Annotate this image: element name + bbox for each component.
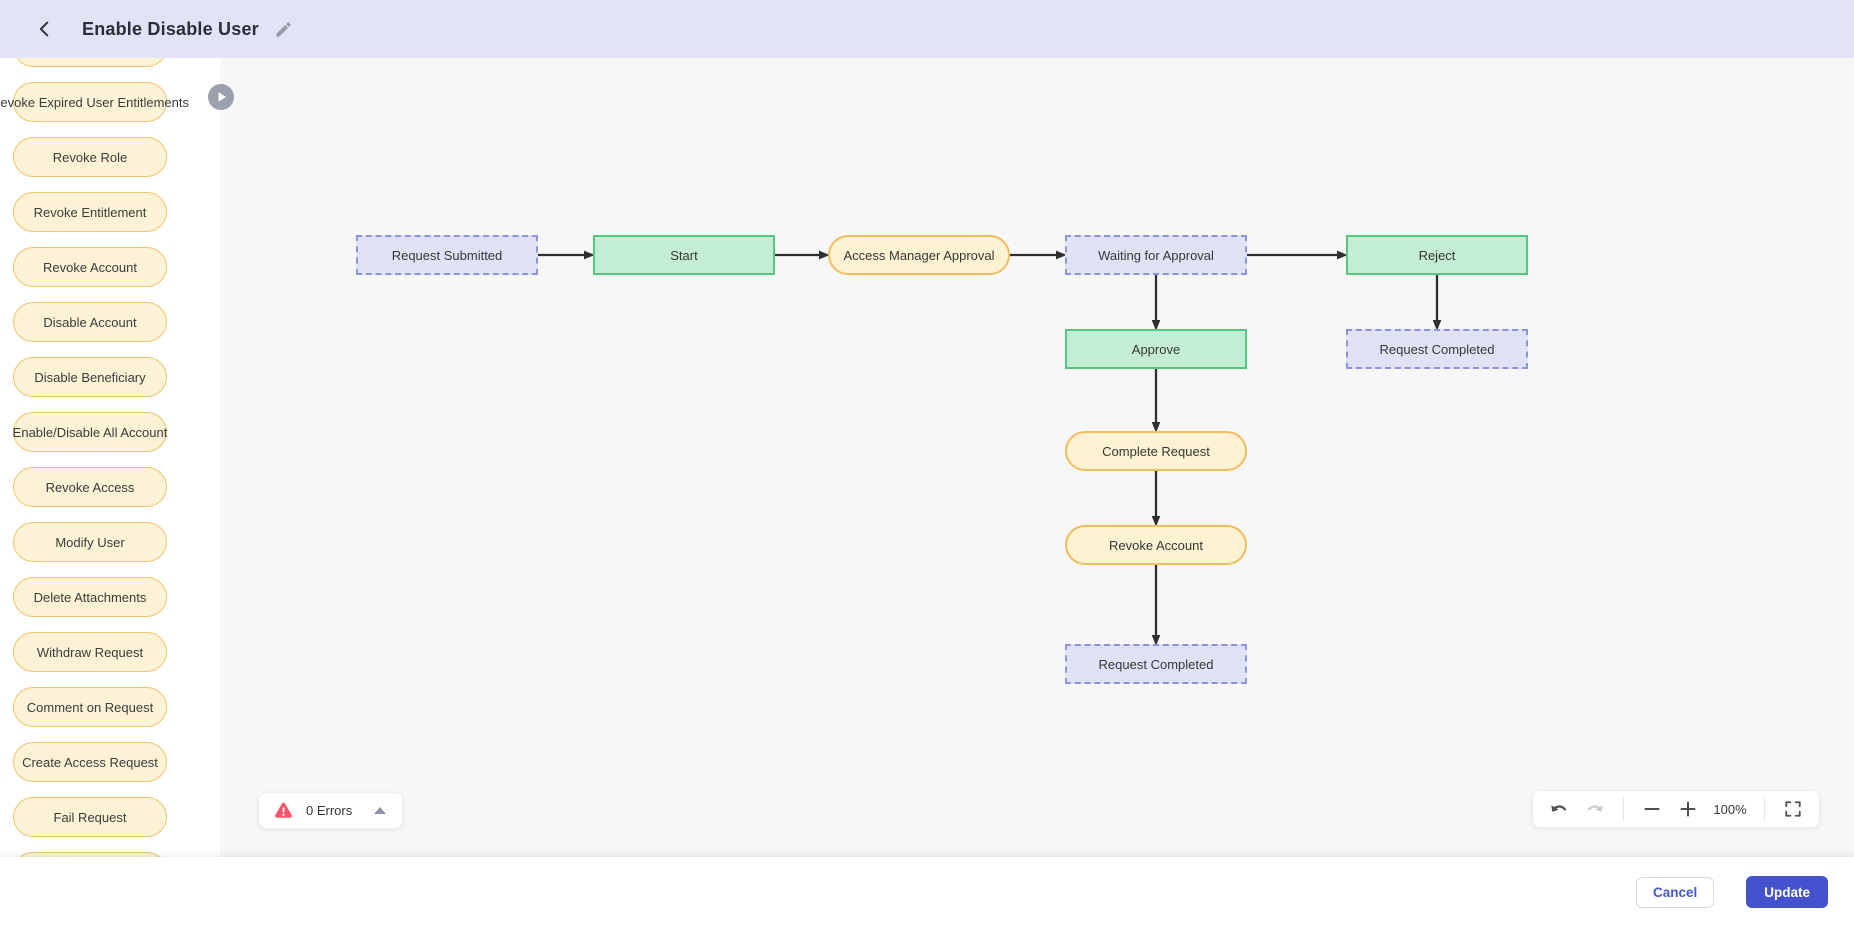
flow-node-complete-request[interactable]: Complete Request xyxy=(1065,431,1247,471)
pencil-icon xyxy=(274,20,293,39)
chevron-left-icon xyxy=(34,18,56,40)
footer-bar: Cancel Update xyxy=(0,857,1854,927)
cancel-button[interactable]: Cancel xyxy=(1636,877,1714,908)
sidebar-item-withdraw-request[interactable]: Withdraw Request xyxy=(13,632,167,672)
flow-node-request-submitted[interactable]: Request Submitted xyxy=(356,235,538,275)
edit-title-button[interactable] xyxy=(271,16,297,42)
sidebar-item-revoke-account[interactable]: Revoke Account xyxy=(13,247,167,287)
sidebar-item-modify-user[interactable]: Modify User xyxy=(13,522,167,562)
errors-count-label: 0 Errors xyxy=(306,803,352,818)
warning-triangle-icon xyxy=(273,800,294,821)
back-button[interactable] xyxy=(30,14,60,44)
flow-node-approve[interactable]: Approve xyxy=(1065,329,1247,369)
collapse-caret-icon xyxy=(374,807,386,814)
zoom-in-button[interactable] xyxy=(1676,797,1700,821)
sidebar-item-create-access-request[interactable]: Create Access Request xyxy=(13,742,167,782)
plus-icon xyxy=(1679,800,1697,818)
flow-node-access-manager-approval[interactable]: Access Manager Approval xyxy=(828,235,1010,275)
zoom-out-button[interactable] xyxy=(1640,797,1664,821)
undo-icon xyxy=(1548,798,1570,820)
sidebar: Revoke Expired User Entitlements Revoke R… xyxy=(0,58,220,857)
flow-edges xyxy=(0,0,1854,927)
flow-node-request-completed-final[interactable]: Request Completed xyxy=(1065,644,1247,684)
flow-node-request-completed-reject[interactable]: Request Completed xyxy=(1346,329,1528,369)
play-circle-icon xyxy=(208,84,234,110)
sidebar-item-revoke-role[interactable]: Revoke Role xyxy=(13,137,167,177)
fullscreen-icon xyxy=(1784,800,1802,818)
flow-node-revoke-account[interactable]: Revoke Account xyxy=(1065,525,1247,565)
flow-node-waiting-for-approval[interactable]: Waiting for Approval xyxy=(1065,235,1247,275)
page-title: Enable Disable User xyxy=(82,19,259,40)
sidebar-item-disable-beneficiary[interactable]: Disable Beneficiary xyxy=(13,357,167,397)
flow-node-start[interactable]: Start xyxy=(593,235,775,275)
header: Enable Disable User xyxy=(0,0,1854,58)
sidebar-item-comment-on-request[interactable]: Comment on Request xyxy=(13,687,167,727)
undo-button[interactable] xyxy=(1547,797,1571,821)
minus-icon xyxy=(1643,800,1661,818)
redo-button[interactable] xyxy=(1583,797,1607,821)
sidebar-item-fail-request[interactable]: Fail Request xyxy=(13,797,167,837)
zoom-level-label: 100% xyxy=(1712,802,1748,817)
sidebar-item-revoke-entitlement[interactable]: Revoke Entitlement xyxy=(13,192,167,232)
toolbar-divider xyxy=(1623,797,1624,821)
sidebar-item-delete-attachments[interactable]: Delete Attachments xyxy=(13,577,167,617)
toolbar-divider xyxy=(1764,797,1765,821)
sidebar-item-revoke-access[interactable]: Revoke Access xyxy=(13,467,167,507)
fullscreen-button[interactable] xyxy=(1781,797,1805,821)
redo-icon xyxy=(1584,798,1606,820)
sidebar-item-disable-account[interactable]: Disable Account xyxy=(13,302,167,342)
sidebar-item-enable-disable-all-account[interactable]: Enable/Disable All Account xyxy=(13,412,167,452)
sidebar-item-revoke-expired-user-entitlements[interactable]: Revoke Expired User Entitlements xyxy=(13,82,167,122)
sidebar-collapse-toggle[interactable] xyxy=(208,84,234,110)
zoom-toolbar: 100% xyxy=(1532,790,1820,828)
update-button[interactable]: Update xyxy=(1746,876,1828,908)
errors-badge[interactable]: 0 Errors xyxy=(258,792,403,829)
flow-node-reject[interactable]: Reject xyxy=(1346,235,1528,275)
